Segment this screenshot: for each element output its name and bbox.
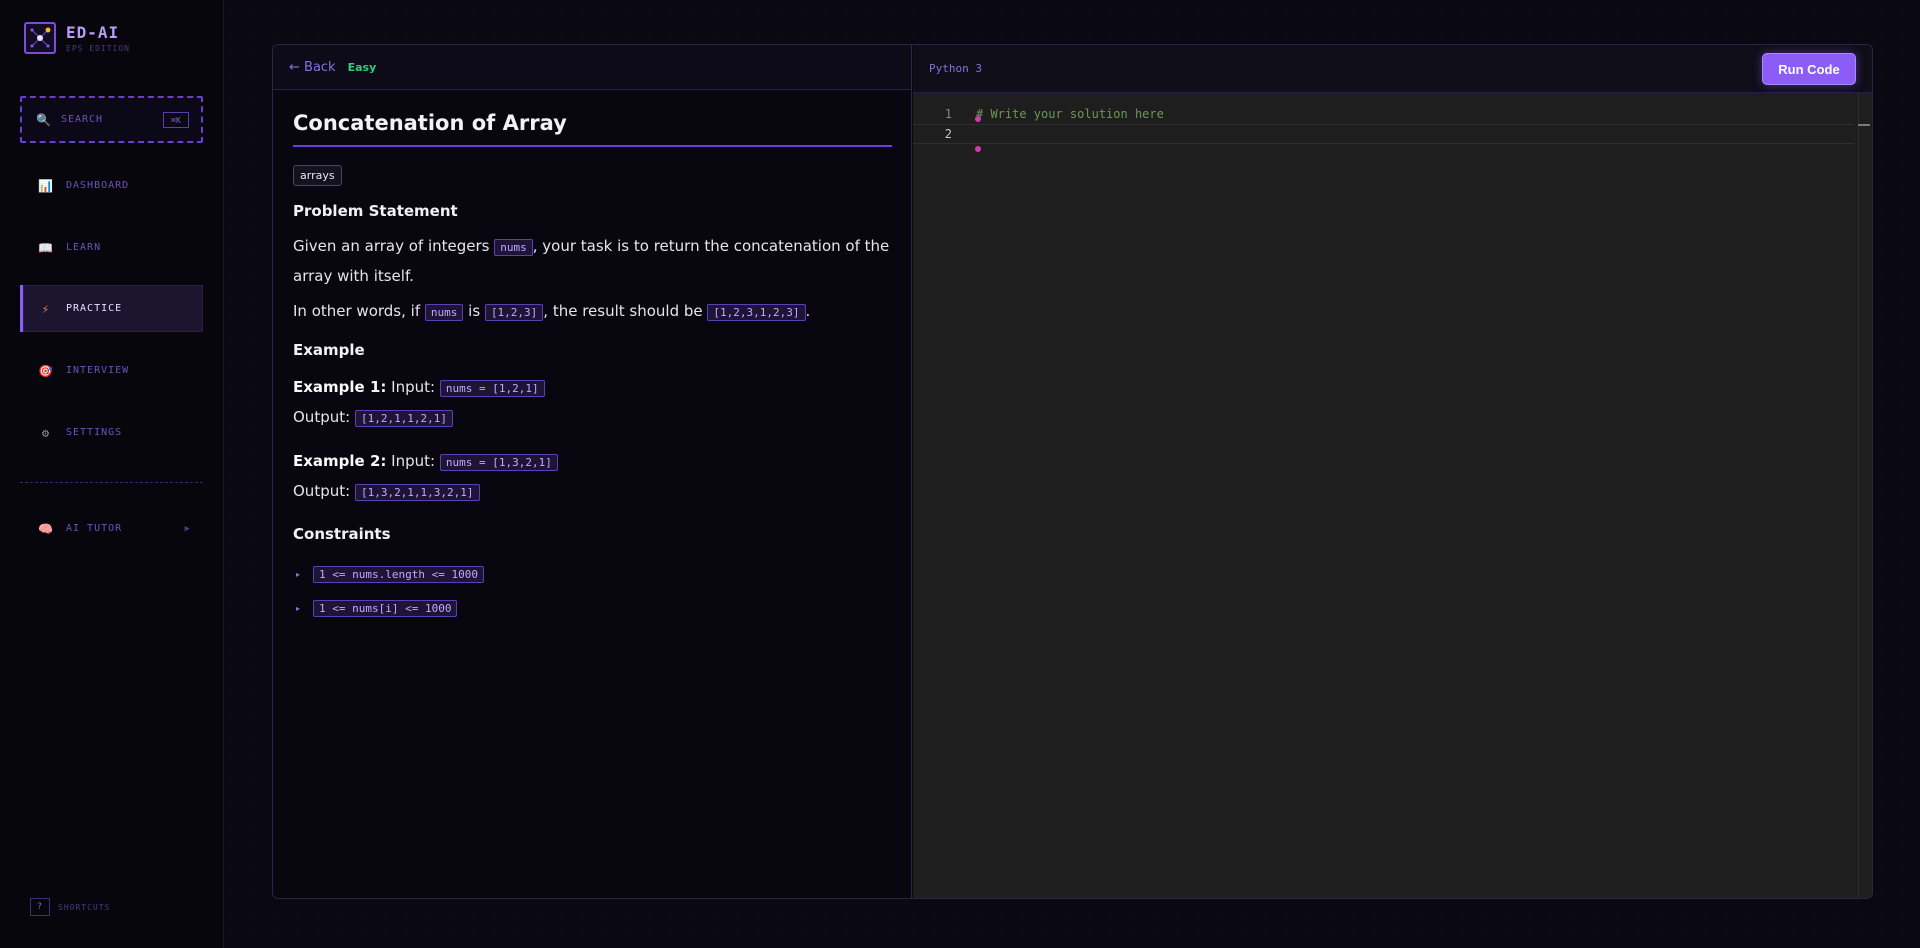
constraints-heading: Constraints bbox=[293, 525, 391, 543]
bullet-icon: ▸ bbox=[296, 569, 301, 579]
editor-header: Python 3 Run Code bbox=[913, 45, 1872, 93]
line-number: 1 bbox=[944, 107, 952, 121]
back-link[interactable]: ← Back bbox=[289, 60, 336, 75]
line-number: 2 bbox=[944, 127, 952, 141]
run-code-button[interactable]: Run Code bbox=[1762, 53, 1856, 85]
text: In other words, if bbox=[293, 302, 421, 320]
list-item: ▸ 1 <= nums.length <= 1000 bbox=[293, 557, 892, 591]
chart-icon: 📊 bbox=[38, 178, 54, 193]
inline-code: nums bbox=[494, 239, 533, 256]
problem-header: ← Back Easy bbox=[273, 45, 911, 90]
nav-item-ai-tutor[interactable]: 🧠 AI TUTOR ▶ bbox=[20, 505, 203, 552]
cursor-marker-icon bbox=[975, 116, 981, 122]
nav-item-practice[interactable]: ⚡ PRACTICE bbox=[20, 285, 203, 332]
brand-subtitle: EPS EDITION bbox=[66, 44, 130, 53]
shortcuts-label: SHORTCUTS bbox=[58, 902, 111, 912]
search-label: SEARCH bbox=[60, 114, 104, 125]
search-button[interactable]: 🔍 SEARCH ⌘K bbox=[20, 96, 203, 143]
nav-item-label: SETTINGS bbox=[66, 427, 123, 438]
example-output: [1,2,1,1,2,1] bbox=[354, 410, 454, 427]
nav-item-learn[interactable]: 📖 LEARN bbox=[20, 224, 203, 271]
nav-item-label: INTERVIEW bbox=[66, 365, 130, 376]
nav-item-dashboard[interactable]: 📊 DASHBOARD bbox=[20, 162, 203, 209]
example-input: nums = [1,2,1] bbox=[439, 380, 545, 397]
nav-item-label: LEARN bbox=[66, 242, 102, 253]
problem-content: Concatenation of Array arrays Problem St… bbox=[293, 111, 892, 625]
editor-pane: Python 3 Run Code 1 # Write your solutio… bbox=[913, 45, 1872, 898]
lightning-icon: ⚡ bbox=[41, 301, 51, 316]
language-selector[interactable]: Python 3 bbox=[929, 62, 982, 75]
problem-statement-heading: Problem Statement bbox=[293, 202, 458, 220]
example-block: Example 1: Input: nums = [1,2,1] Output:… bbox=[293, 373, 892, 433]
text: is bbox=[468, 302, 481, 320]
nav-item-settings[interactable]: ⚙ SETTINGS bbox=[20, 409, 203, 456]
text: . bbox=[805, 302, 811, 320]
target-icon: 🎯 bbox=[38, 363, 54, 378]
list-item: ▸ 1 <= nums[i] <= 1000 bbox=[293, 591, 892, 625]
expand-arrow-icon: ▶ bbox=[184, 523, 191, 534]
problem-pane: ← Back Easy Concatenation of Array array… bbox=[273, 45, 912, 898]
practice-panel: ← Back Easy Concatenation of Array array… bbox=[272, 44, 1873, 899]
book-icon: 📖 bbox=[38, 240, 54, 255]
example-block: Example 2: Input: nums = [1,3,2,1] Outpu… bbox=[293, 447, 892, 507]
code-line[interactable]: 1 # Write your solution here bbox=[913, 104, 1854, 124]
example-input: nums = [1,3,2,1] bbox=[439, 454, 558, 471]
constraint-code: 1 <= nums.length <= 1000 bbox=[313, 565, 484, 583]
help-icon: ? bbox=[30, 898, 50, 916]
nav-item-interview[interactable]: 🎯 INTERVIEW bbox=[20, 347, 203, 394]
cursor-marker-icon bbox=[975, 146, 981, 152]
problem-title: Concatenation of Array bbox=[293, 111, 892, 147]
shortcuts-button[interactable]: ? SHORTCUTS bbox=[30, 898, 110, 916]
example-label: Example 1: bbox=[293, 378, 387, 396]
input-label: Input: bbox=[391, 452, 436, 470]
constraint-code: 1 <= nums[i] <= 1000 bbox=[313, 599, 458, 617]
scroll-position-marker bbox=[1858, 124, 1870, 126]
example-output: [1,3,2,1,1,3,2,1] bbox=[354, 484, 480, 501]
sidebar-divider bbox=[20, 482, 203, 483]
text: , the result should be bbox=[543, 302, 703, 320]
search-icon: 🔍 bbox=[36, 112, 51, 127]
inline-code: nums bbox=[424, 304, 464, 321]
difficulty-badge: Easy bbox=[347, 60, 377, 74]
inline-code: [1,2,3,1,2,3] bbox=[707, 304, 806, 321]
text: Given an array of integers bbox=[293, 237, 490, 255]
brain-icon: 🧠 bbox=[38, 521, 54, 536]
nav-item-label: DASHBOARD bbox=[66, 180, 130, 191]
gear-icon: ⚙ bbox=[41, 425, 51, 440]
bullet-icon: ▸ bbox=[296, 603, 301, 613]
sidebar: ED-AI EPS EDITION 🔍 SEARCH ⌘K 📊 DASHBOAR… bbox=[0, 0, 224, 948]
topic-tag[interactable]: arrays bbox=[293, 165, 342, 186]
code-line-current[interactable]: 2 bbox=[913, 124, 1854, 144]
brand[interactable]: ED-AI EPS EDITION bbox=[24, 22, 130, 54]
output-label: Output: bbox=[293, 482, 351, 500]
code-text: # Write your solution here bbox=[976, 107, 1164, 121]
constraints-list: ▸ 1 <= nums.length <= 1000 ▸ 1 <= nums[i… bbox=[293, 557, 892, 625]
output-label: Output: bbox=[293, 408, 351, 426]
statement-paragraph: Given an array of integers nums, your ta… bbox=[293, 232, 892, 291]
inline-code: [1,2,3] bbox=[484, 304, 544, 321]
editor-scrollbar[interactable] bbox=[1858, 93, 1872, 898]
brand-name: ED-AI bbox=[66, 23, 120, 42]
example-heading: Example bbox=[293, 341, 365, 359]
code-editor[interactable]: 1 # Write your solution here 2 bbox=[913, 93, 1872, 898]
nav-item-label: PRACTICE bbox=[66, 303, 123, 314]
nav-item-label: AI TUTOR bbox=[66, 523, 123, 534]
statement-paragraph-2: In other words, if nums is [1,2,3], the … bbox=[293, 297, 892, 327]
input-label: Input: bbox=[391, 378, 436, 396]
example-label: Example 2: bbox=[293, 452, 387, 470]
search-shortcut-badge: ⌘K bbox=[163, 112, 189, 128]
brand-logo-icon bbox=[24, 22, 56, 54]
